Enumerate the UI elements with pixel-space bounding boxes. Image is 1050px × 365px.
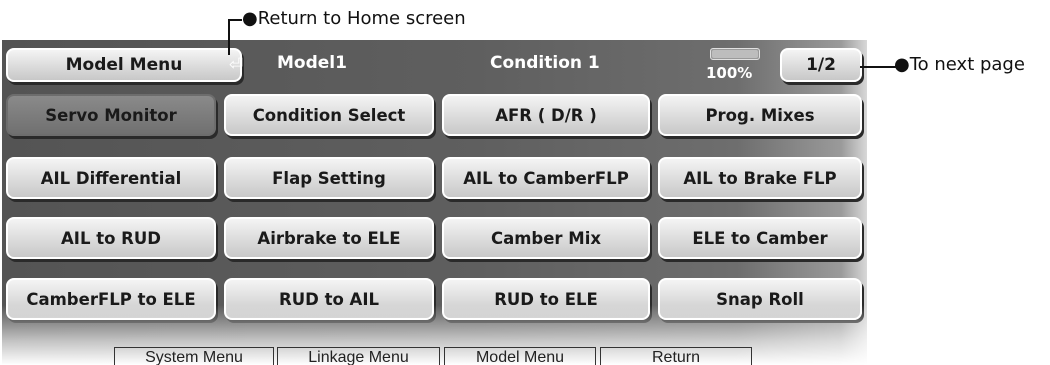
menu-button-label: AIL to CamberFLP (463, 168, 629, 188)
battery-percent: 100% (706, 64, 753, 82)
menu-button-label: Flap Setting (272, 168, 386, 188)
menu-button-label: Servo Monitor (45, 105, 177, 125)
return-home-callout: ●Return to Home screen (242, 8, 466, 29)
footer-linkage-menu[interactable]: Linkage Menu (277, 347, 440, 365)
menu-button-label: AIL to RUD (61, 228, 161, 248)
footer-return[interactable]: Return (600, 347, 752, 365)
menu-button-label: AFR ( D/R ) (495, 105, 597, 125)
menu-button-flap-setting[interactable]: Flap Setting (224, 157, 434, 199)
menu-button-label: Snap Roll (716, 289, 804, 309)
next-page-callout-line (860, 66, 896, 68)
menu-button-label: AIL Differential (40, 168, 182, 188)
menu-button-rud-to-ail[interactable]: RUD to AIL (224, 278, 434, 320)
menu-button-rud-to-ele[interactable]: RUD to ELE (442, 278, 650, 320)
menu-button-camber-mix[interactable]: Camber Mix (442, 217, 650, 259)
menu-button-afr-d-r[interactable]: AFR ( D/R ) (442, 94, 650, 136)
menu-button-label: RUD to AIL (279, 289, 379, 309)
menu-button-ele-to-camber[interactable]: ELE to Camber (658, 217, 862, 259)
menu-button-airbrake-to-ele[interactable]: Airbrake to ELE (224, 217, 434, 259)
menu-button-ail-to-brake-flp[interactable]: AIL to Brake FLP (658, 157, 862, 199)
return-home-callout-line-h (228, 19, 242, 21)
model-menu-title-label: Model Menu (65, 55, 183, 75)
menu-button-label: Condition Select (252, 105, 406, 125)
transmitter-screen: Model Menu ⏎ Model1 Condition 1 100% 1/2… (2, 40, 867, 365)
next-page-button[interactable]: 1/2 (780, 48, 862, 82)
page-label: 1/2 (806, 55, 836, 75)
menu-button-label: Camber Mix (490, 228, 602, 248)
next-page-callout: ●To next page (894, 54, 1025, 75)
menu-button-prog-mixes[interactable]: Prog. Mixes (658, 94, 862, 136)
footer-system-menu[interactable]: System Menu (114, 347, 274, 365)
return-home-icon[interactable]: ⏎ (227, 54, 245, 76)
battery-icon (710, 48, 760, 60)
model-name: Model1 (277, 53, 347, 73)
menu-button-snap-roll[interactable]: Snap Roll (658, 278, 862, 320)
menu-button-label: Prog. Mixes (705, 105, 815, 125)
battery-fill (712, 50, 758, 58)
menu-button-ail-differential[interactable]: AIL Differential (6, 157, 216, 199)
screen-header: Model Menu ⏎ Model1 Condition 1 100% 1/2 (2, 40, 867, 88)
condition-label: Condition 1 (490, 53, 600, 73)
menu-button-camberflp-to-ele[interactable]: CamberFLP to ELE (6, 278, 216, 320)
menu-button-condition-select[interactable]: Condition Select (224, 94, 434, 136)
menu-button-label: AIL to Brake FLP (683, 168, 837, 188)
menu-button-label: ELE to Camber (692, 228, 828, 248)
menu-button-ail-to-rud[interactable]: AIL to RUD (6, 217, 216, 259)
return-home-callout-line-v (228, 19, 230, 55)
menu-button-label: CamberFLP to ELE (26, 289, 196, 309)
menu-button-ail-to-camberflp[interactable]: AIL to CamberFLP (442, 157, 650, 199)
bottom-menu-bar: System Menu Linkage Menu Model Menu Retu… (2, 347, 867, 365)
menu-button-label: Airbrake to ELE (257, 228, 401, 248)
footer-model-menu[interactable]: Model Menu (444, 347, 596, 365)
menu-button-label: RUD to ELE (494, 289, 598, 309)
model-menu-title-button[interactable]: Model Menu (6, 48, 242, 82)
menu-button-servo-monitor[interactable]: Servo Monitor (6, 94, 216, 136)
